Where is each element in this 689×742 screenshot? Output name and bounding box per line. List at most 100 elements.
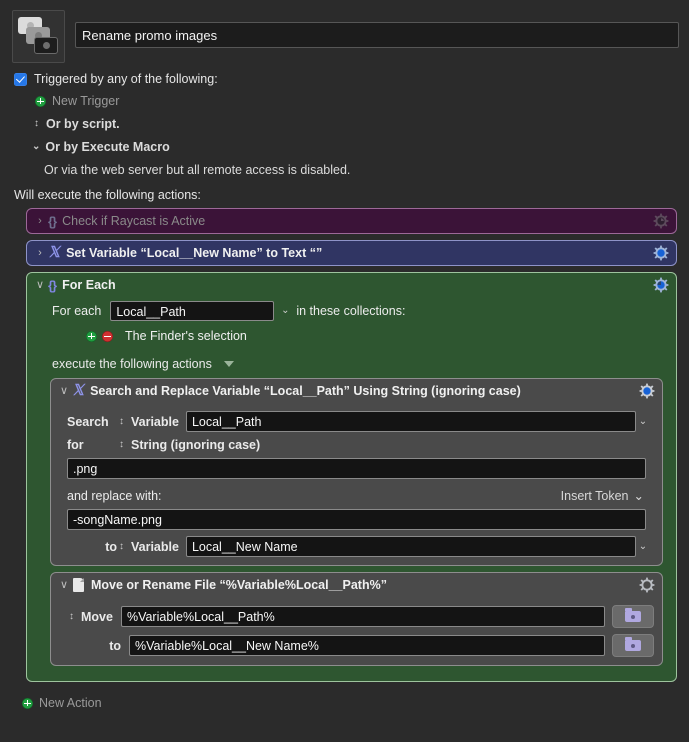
action-list: › {} Check if Raycast is Active › 𝕏 Set … bbox=[0, 202, 689, 682]
action-search-and-replace[interactable]: ∨ 𝕏 Search and Replace Variable “Local__… bbox=[50, 378, 663, 566]
disclosure-triangle-icon[interactable]: › bbox=[34, 247, 46, 259]
action-for-each[interactable]: ∨ {} For Each For each Local__Path ⌄ in … bbox=[26, 272, 677, 682]
replace-with-row: and replace with: Insert Token ⌄ bbox=[67, 488, 644, 504]
gear-clock-icon[interactable] bbox=[653, 277, 669, 293]
gear-icon[interactable] bbox=[653, 245, 669, 261]
move-label[interactable]: Move bbox=[81, 610, 121, 624]
chevron-down-icon: ⌄ bbox=[633, 489, 644, 503]
browse-destination-button[interactable] bbox=[612, 634, 654, 657]
or-by-execute-macro-row[interactable]: ⌄ Or by Execute Macro bbox=[14, 140, 677, 154]
for-label: for bbox=[67, 438, 84, 452]
action-title: For Each bbox=[62, 278, 116, 292]
action-title: Set Variable “Local__New Name” to Text “… bbox=[66, 246, 323, 260]
updown-stepper-icon[interactable]: ↕ bbox=[117, 440, 126, 450]
new-trigger-label: New Trigger bbox=[52, 94, 120, 108]
folder-icon bbox=[625, 637, 641, 651]
to-variable-input[interactable]: Local__New Name bbox=[185, 536, 636, 557]
disclosure-triangle-icon[interactable]: ∨ bbox=[34, 279, 46, 291]
gear-icon[interactable] bbox=[639, 577, 655, 593]
for-each-body: For each Local__Path ⌄ in these collecti… bbox=[27, 297, 676, 681]
or-by-execute-macro-label: Or by Execute Macro bbox=[45, 140, 170, 154]
macro-name-input[interactable]: Rename promo images bbox=[75, 22, 679, 48]
nested-action-list: ∨ 𝕏 Search and Replace Variable “Local__… bbox=[36, 371, 667, 666]
disclosure-triangle-icon[interactable]: ∨ bbox=[58, 385, 70, 397]
action-header[interactable]: › {} Check if Raycast is Active bbox=[27, 209, 676, 233]
action-title: Move or Rename File “%Variable%Local__Pa… bbox=[91, 578, 387, 592]
folder-icon bbox=[625, 608, 641, 622]
trigger-section: Triggered by any of the following: New T… bbox=[0, 63, 689, 177]
trigger-enabled-row[interactable]: Triggered by any of the following: bbox=[14, 72, 677, 86]
chevron-down-icon[interactable]: ⌄ bbox=[278, 306, 292, 316]
search-source-label[interactable]: Variable bbox=[131, 415, 186, 429]
plus-icon[interactable] bbox=[86, 330, 97, 342]
action-header[interactable]: ∨ {} For Each bbox=[27, 273, 676, 297]
move-source-input[interactable]: %Variable%Local__Path% bbox=[120, 606, 605, 627]
insert-token-label: Insert Token bbox=[560, 488, 629, 503]
move-destination-input[interactable]: %Variable%Local__New Name% bbox=[129, 635, 605, 656]
action-move-or-rename-file[interactable]: ∨ Move or Rename File “%Variable%Local__… bbox=[50, 572, 663, 666]
or-by-script-row[interactable]: ↕ Or by script. bbox=[14, 117, 677, 131]
macro-editor: Rename promo images Triggered by any of … bbox=[0, 0, 689, 742]
disclosure-triangle-icon[interactable]: › bbox=[34, 215, 46, 227]
chevron-down-icon[interactable]: ⌄ bbox=[32, 142, 40, 152]
updown-stepper-icon[interactable]: ↕ bbox=[67, 611, 76, 622]
action-title: Search and Replace Variable “Local__Path… bbox=[90, 384, 521, 398]
action-check-if-raycast-is-active[interactable]: › {} Check if Raycast is Active bbox=[26, 208, 677, 234]
web-server-note-row: Or via the web server but all remote acc… bbox=[14, 163, 677, 177]
browse-source-button[interactable] bbox=[612, 605, 654, 628]
insert-token-menu[interactable]: Insert Token ⌄ bbox=[560, 488, 644, 504]
triangle-down-icon[interactable] bbox=[223, 361, 234, 367]
move-rename-body: ↕ Move %Variable%Local__Path% to %Variab… bbox=[51, 597, 662, 665]
chevron-down-icon[interactable]: ⌄ bbox=[636, 541, 650, 552]
plus-icon[interactable] bbox=[22, 697, 33, 709]
search-mode-label[interactable]: String (ignoring case) bbox=[131, 438, 260, 452]
for-each-label: For each bbox=[52, 304, 102, 318]
gear-clock-icon[interactable] bbox=[653, 213, 669, 229]
web-server-note: Or via the web server but all remote acc… bbox=[44, 163, 351, 177]
macro-header: Rename promo images bbox=[0, 0, 689, 63]
disclosure-triangle-icon[interactable]: ∨ bbox=[58, 579, 70, 591]
new-trigger-row[interactable]: New Trigger bbox=[14, 94, 677, 108]
replace-text-input[interactable]: -songName.png bbox=[67, 509, 646, 530]
document-icon bbox=[73, 578, 84, 592]
script-x-icon: 𝕏 bbox=[72, 382, 85, 399]
collection-row: The Finder's selection bbox=[36, 321, 667, 343]
triggered-by-checkbox[interactable] bbox=[14, 72, 27, 86]
action-set-variable[interactable]: › 𝕏 Set Variable “Local__New Name” to Te… bbox=[26, 240, 677, 266]
search-text-input[interactable]: .png bbox=[67, 458, 646, 479]
search-source-row: Search ↕ Variable Local__Path ⌄ bbox=[59, 411, 654, 432]
action-header[interactable]: ∨ Move or Rename File “%Variable%Local__… bbox=[51, 573, 662, 597]
new-action-row[interactable]: New Action bbox=[0, 688, 689, 710]
move-destination-row: to %Variable%Local__New Name% bbox=[59, 634, 654, 657]
updown-stepper-icon[interactable]: ↕ bbox=[117, 541, 126, 552]
search-replace-body: Search ↕ Variable Local__Path ⌄ for ↕ St… bbox=[51, 403, 662, 565]
action-header[interactable]: ∨ 𝕏 Search and Replace Variable “Local__… bbox=[51, 379, 662, 403]
chevron-down-icon[interactable]: ⌄ bbox=[636, 416, 650, 427]
execute-following-label: execute the following actions bbox=[52, 357, 212, 371]
in-collections-label: in these collections: bbox=[296, 304, 406, 318]
image-thumb-front bbox=[34, 37, 58, 54]
braces-icon: {} bbox=[48, 277, 57, 293]
search-variable-input[interactable]: Local__Path bbox=[185, 411, 636, 432]
braces-icon: {} bbox=[48, 213, 57, 229]
updown-stepper-icon[interactable]: ↕ bbox=[117, 416, 126, 427]
move-source-row: ↕ Move %Variable%Local__Path% bbox=[59, 605, 654, 628]
minus-icon[interactable] bbox=[102, 330, 113, 342]
stacked-images-icon[interactable] bbox=[12, 10, 65, 63]
plus-icon[interactable] bbox=[35, 95, 46, 107]
replace-with-label: and replace with: bbox=[67, 488, 162, 503]
actions-header: Will execute the following actions: bbox=[14, 188, 201, 202]
collection-item-label[interactable]: The Finder's selection bbox=[125, 329, 247, 343]
destination-variable-row: to ↕ Variable Local__New Name ⌄ bbox=[59, 536, 654, 557]
gear-icon[interactable] bbox=[639, 383, 655, 399]
action-header[interactable]: › 𝕏 Set Variable “Local__New Name” to Te… bbox=[27, 241, 676, 265]
to-label: to bbox=[109, 638, 121, 653]
script-x-icon: 𝕏 bbox=[48, 244, 61, 261]
for-each-variable-row: For each Local__Path ⌄ in these collecti… bbox=[36, 297, 667, 321]
action-title: Check if Raycast is Active bbox=[62, 214, 206, 228]
updown-stepper-icon[interactable]: ↕ bbox=[32, 119, 41, 129]
execute-following-row: execute the following actions bbox=[36, 343, 667, 371]
to-source-label[interactable]: Variable bbox=[131, 540, 186, 554]
for-each-variable-input[interactable]: Local__Path bbox=[110, 301, 275, 321]
search-mode-row: for ↕ String (ignoring case) bbox=[59, 438, 654, 452]
